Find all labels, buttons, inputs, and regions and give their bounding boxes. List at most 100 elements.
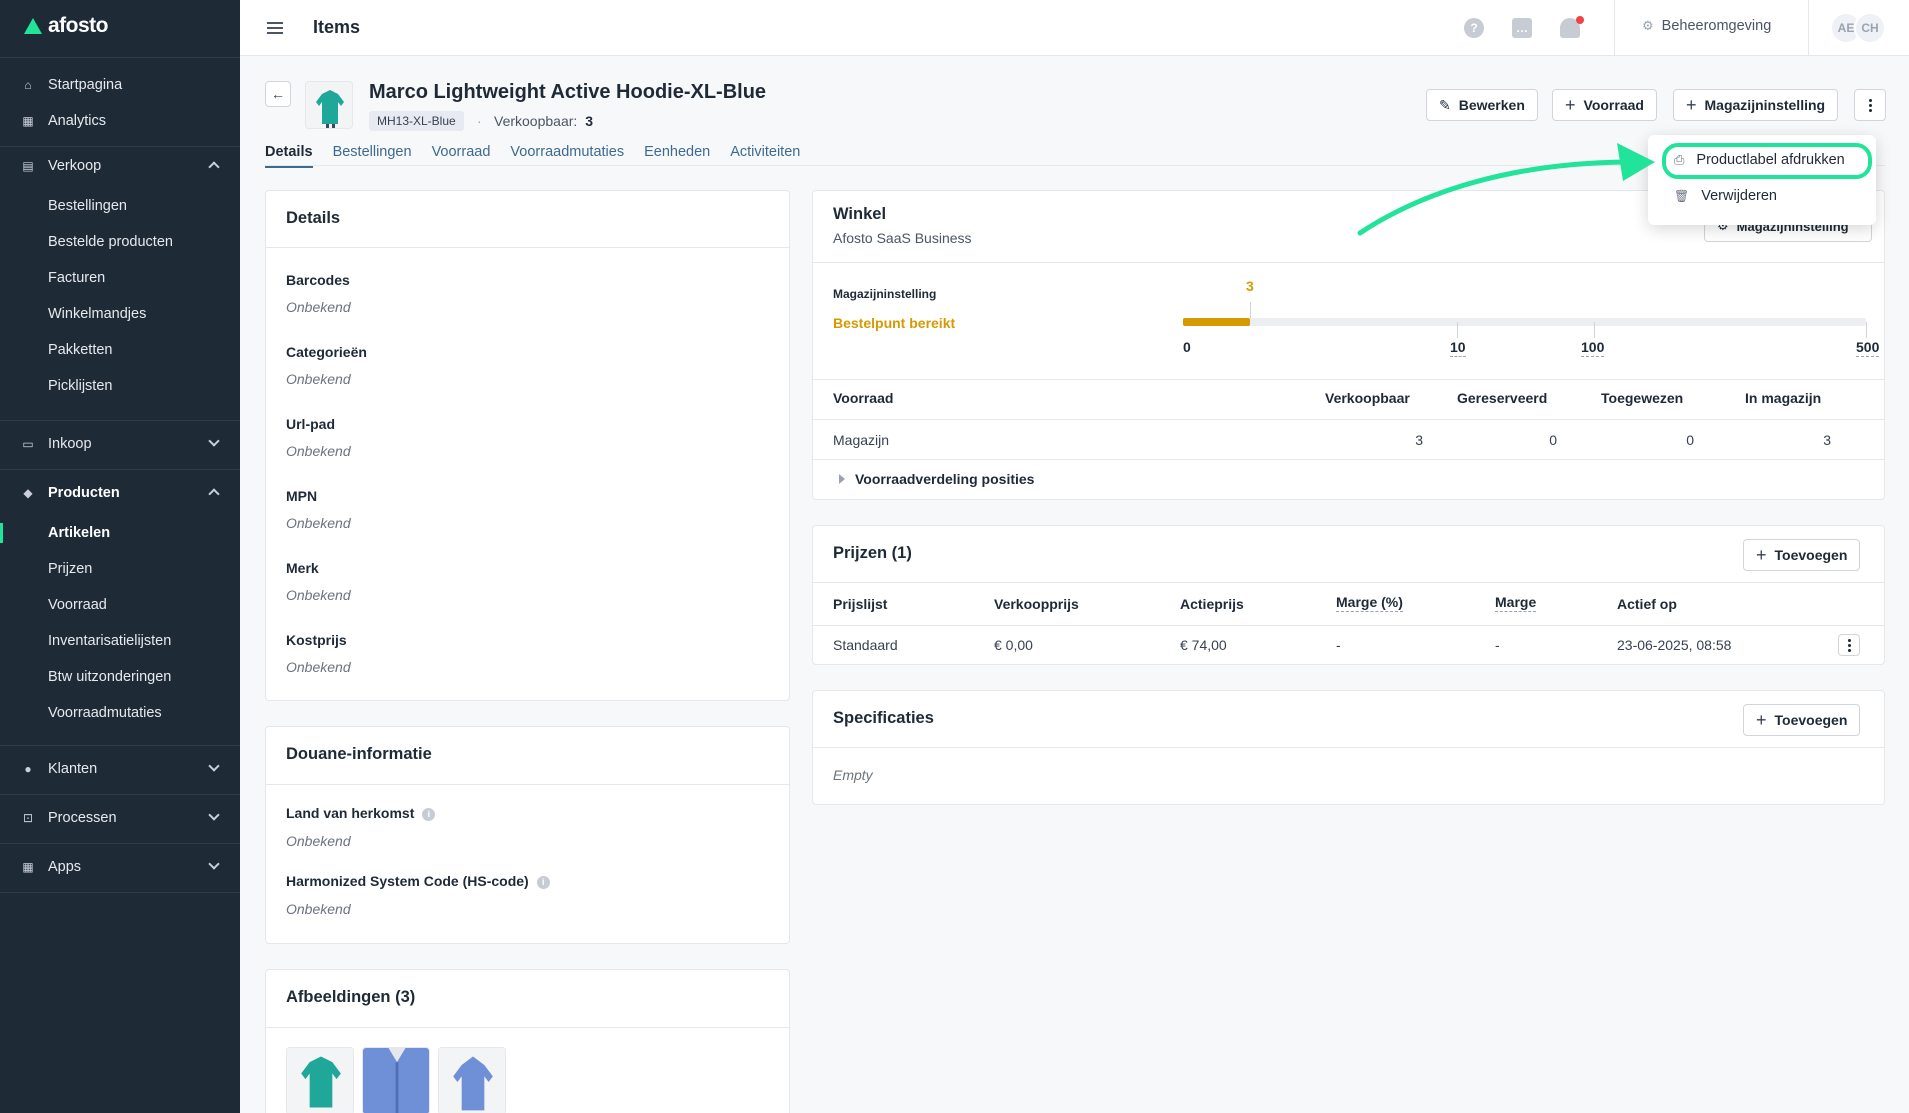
column-header-prijslijst: Prijslijst [833, 596, 888, 612]
column-header-gereserveerd: Gereserveerd [1457, 390, 1548, 406]
table-cell: Standaard [833, 637, 898, 653]
specifications-title: Specificaties [833, 709, 934, 727]
info-icon[interactable]: i [422, 807, 436, 821]
sidebar-divider [0, 745, 240, 746]
sidebar-item-prijzen[interactable]: Prijzen [0, 552, 240, 586]
tick-label: 0 [1183, 339, 1191, 355]
sidebar-item-voorraadmutaties[interactable]: Voorraadmutaties [0, 696, 240, 730]
sidebar-item-bestellingen[interactable]: Bestellingen [0, 189, 240, 223]
shop-stock-card: Winkel Afosto SaaS Business ⚙ Magazijnins… [812, 190, 1885, 500]
warehouse-settings-button[interactable]: + Magazijninstelling [1673, 89, 1839, 121]
sidebar-item-facturen[interactable]: Facturen [0, 261, 240, 295]
tick-label: 100 [1581, 339, 1605, 357]
hoodie-blue-image [363, 1048, 429, 1113]
sidebar-item-winkelmandjes[interactable]: Winkelmandjes [0, 297, 240, 331]
divider [813, 379, 1884, 380]
table-cell: 0 [1549, 432, 1557, 448]
plus-icon: + [1565, 94, 1576, 115]
table-cell: - [1495, 637, 1500, 653]
table-cell: - [1336, 637, 1341, 653]
field-label: Harmonized System Code (HS-code) i [286, 873, 550, 889]
sidebar-item-voorraad[interactable]: Voorraad [0, 588, 240, 622]
table-cell: 3 [1823, 432, 1831, 448]
sidebar-item-startpagina[interactable]: ⌂ Startpagina [0, 68, 240, 102]
field-label: Categorieën [286, 344, 367, 360]
chat-icon[interactable]: … [1512, 18, 1532, 38]
avatar-group[interactable]: AE CH [1830, 12, 1886, 44]
product-image[interactable] [362, 1047, 430, 1113]
sidebar-item-producten[interactable]: ◆ Producten [0, 476, 240, 510]
sidebar-divider [0, 892, 240, 893]
environment-switch[interactable]: ⚙ Beheeromgeving [1642, 18, 1771, 34]
price-row-menu-button[interactable] [1838, 634, 1860, 656]
customs-card: Douane-informatie Land van herkomst i Onb… [265, 726, 790, 944]
tick-label: 10 [1450, 339, 1466, 357]
field-value: Onbekend [286, 659, 351, 675]
add-price-button[interactable]: + Toevoegen [1743, 539, 1861, 571]
divider [266, 247, 789, 248]
topbar: Items ? … ⚙ Beheeromgeving AE CH [240, 0, 1909, 56]
table-cell: 0 [1686, 432, 1694, 448]
field-value: Onbekend [286, 833, 351, 849]
sidebar-item-artikelen[interactable]: Artikelen [0, 516, 240, 550]
prices-title: Prijzen (1) [833, 544, 912, 562]
sidebar: afosto ⌂ Startpagina ▦ Analytics ▤ Verko… [0, 0, 240, 1113]
divider [813, 747, 1884, 748]
page-title: Items [313, 17, 361, 37]
divider [813, 625, 1884, 626]
caret-right-icon [839, 474, 845, 484]
sidebar-item-btw-uitzonderingen[interactable]: Btw uitzonderingen [0, 660, 240, 694]
product-image[interactable] [438, 1047, 506, 1113]
tag-icon: ◆ [23, 486, 33, 500]
topbar-divider [1614, 0, 1615, 56]
reorder-status: Bestelpunt bereikt [833, 315, 956, 331]
back-button[interactable]: ← [265, 81, 291, 107]
stock-level-label: Magazijninstelling [833, 287, 937, 301]
chevron-down-icon [208, 435, 220, 447]
column-header-voorraad: Voorraad [833, 390, 894, 406]
specifications-card: Specificaties + Toevoegen Empty [812, 690, 1885, 805]
avatar[interactable]: CH [1854, 12, 1886, 44]
sidebar-item-inkoop[interactable]: ▭ Inkoop [0, 427, 240, 461]
info-icon[interactable]: i [536, 875, 550, 889]
add-specification-button[interactable]: + Toevoegen [1743, 704, 1861, 736]
sidebar-divider [0, 57, 240, 58]
table-cell: € 74,00 [1180, 637, 1227, 653]
sidebar-item-inventarisatielijsten[interactable]: Inventarisatielijsten [0, 624, 240, 658]
sidebar-item-apps[interactable]: ▦ Apps [0, 850, 240, 884]
delete-menu-item[interactable]: 🗑 Verwijderen [1674, 188, 1777, 204]
divider [813, 582, 1884, 583]
customs-title: Douane-informatie [286, 745, 432, 763]
hamburger-menu-icon[interactable] [267, 22, 283, 34]
table-cell: 3 [1415, 432, 1423, 448]
edit-button[interactable]: ✎ Bewerken [1426, 89, 1538, 121]
highlight-ring [1662, 143, 1872, 179]
more-actions-button[interactable] [1854, 89, 1886, 121]
sidebar-item-processen[interactable]: ⊡ Processen [0, 801, 240, 835]
trash-icon: 🗑 [1674, 189, 1690, 203]
apps-grid-icon: ▦ [22, 860, 34, 874]
column-header-in-magazijn: In magazijn [1745, 390, 1822, 406]
sidebar-item-analytics[interactable]: ▦ Analytics [0, 104, 240, 138]
divider [813, 419, 1884, 420]
details-title: Details [286, 209, 341, 227]
stock-distribution-toggle[interactable]: Voorraadverdeling posities [839, 471, 1034, 487]
sidebar-divider [0, 843, 240, 844]
sidebar-item-picklijsten[interactable]: Picklijsten [0, 369, 240, 403]
hoodie-teal-image [287, 1048, 353, 1113]
user-icon: ● [24, 762, 32, 776]
divider [266, 1027, 789, 1028]
images-card: Afbeeldingen (3) [265, 969, 790, 1113]
field-label: Barcodes [286, 272, 350, 288]
sidebar-item-pakketten[interactable]: Pakketten [0, 333, 240, 367]
afosto-logo[interactable]: afosto [24, 14, 109, 38]
column-header-toegewezen: Toegewezen [1601, 390, 1684, 406]
sidebar-item-bestelde-producten[interactable]: Bestelde producten [0, 225, 240, 259]
help-icon[interactable]: ? [1464, 18, 1484, 38]
separator-dot: · [477, 113, 482, 129]
sidebar-item-verkoop[interactable]: ▤ Verkoop [0, 149, 240, 183]
add-stock-button[interactable]: + Voorraad [1552, 89, 1657, 121]
product-image[interactable] [286, 1047, 354, 1113]
shop-subtitle: Afosto SaaS Business [833, 230, 972, 246]
sidebar-item-klanten[interactable]: ● Klanten [0, 752, 240, 786]
